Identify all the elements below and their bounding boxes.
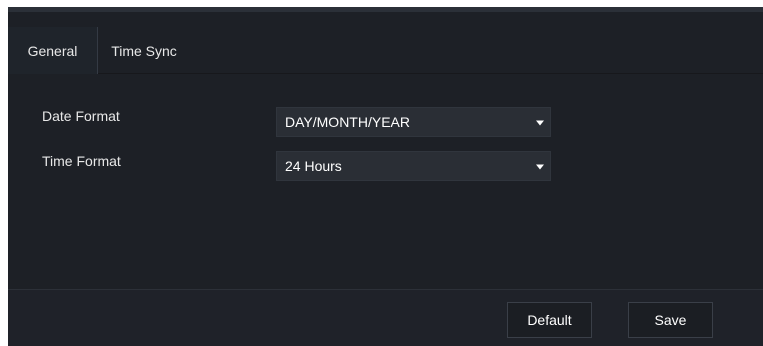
time-format-value: 24 Hours (285, 158, 342, 174)
chevron-down-icon (536, 120, 544, 126)
tab-bar: General Time Sync (8, 27, 763, 74)
date-format-value: DAY/MONTH/YEAR (285, 114, 410, 130)
top-bar (8, 7, 763, 12)
save-button[interactable]: Save (628, 302, 713, 338)
footer-bar: Default Save (8, 289, 763, 346)
time-format-select[interactable]: 24 Hours (276, 151, 551, 181)
settings-panel: General Time Sync Date Format DAY/MONTH/… (8, 7, 763, 346)
tab-general[interactable]: General (8, 27, 98, 74)
date-format-label: Date Format (42, 108, 120, 124)
chevron-down-icon (536, 164, 544, 170)
default-button[interactable]: Default (507, 302, 592, 338)
tab-time-sync[interactable]: Time Sync (104, 27, 184, 74)
time-format-label: Time Format (42, 153, 121, 169)
date-format-select[interactable]: DAY/MONTH/YEAR (276, 107, 551, 137)
